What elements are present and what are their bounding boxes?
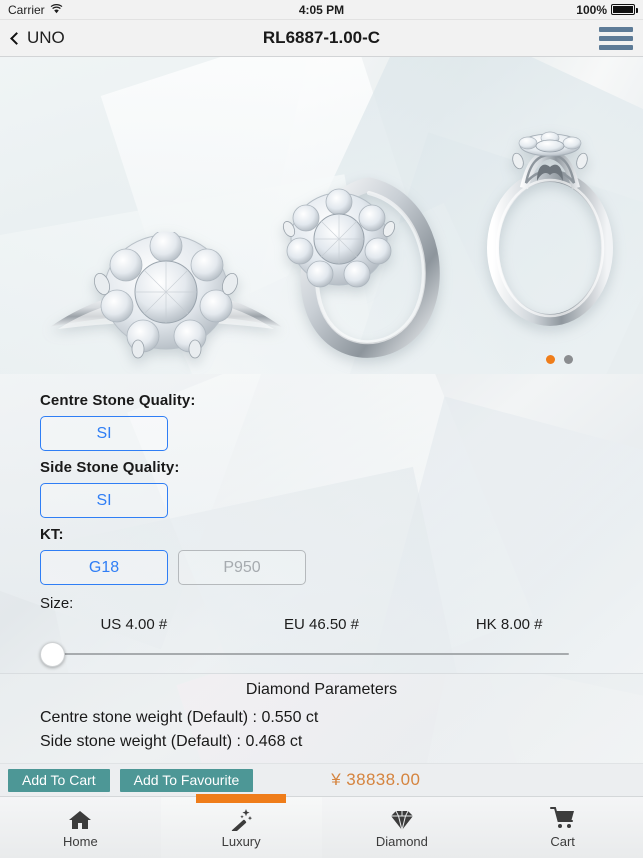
tab-luxury-label: Luxury: [221, 833, 261, 849]
hamburger-menu-icon[interactable]: [599, 26, 633, 50]
size-slider-thumb[interactable]: [40, 642, 65, 667]
size-slider-track[interactable]: [54, 653, 569, 655]
product-image-profile: [487, 131, 613, 326]
page-title: RL6887-1.00-C: [262, 28, 381, 47]
back-button-label: UNO: [27, 28, 65, 47]
size-hk-value: HK 8.00 #: [475, 616, 543, 633]
tab-home-label: Home: [63, 833, 98, 849]
wifi-icon: [50, 3, 63, 17]
back-button[interactable]: UNO: [10, 28, 65, 48]
kt-option-p950[interactable]: P950: [178, 550, 306, 585]
size-eu-value: EU 46.50 #: [283, 616, 360, 633]
diamond-parameters-title: Diamond Parameters: [245, 681, 398, 698]
battery-percent-label: 100%: [576, 2, 607, 17]
product-price: ¥ 38838.00: [331, 770, 421, 789]
product-image-angle: [282, 177, 440, 358]
centre-stone-quality-option-si[interactable]: SI: [40, 416, 168, 451]
size-slider[interactable]: [40, 639, 603, 669]
centre-stone-quality-options: SI: [40, 416, 603, 451]
kt-option-g18[interactable]: G18: [40, 550, 168, 585]
tab-luxury[interactable]: Luxury: [160, 797, 322, 858]
size-values: US 4.00 # EU 46.50 # HK 8.00 #: [40, 614, 603, 639]
status-bar-right: 100%: [576, 2, 638, 17]
gallery-dot-1[interactable]: [546, 355, 555, 364]
kt-options: G18 P950: [40, 550, 603, 585]
centre-stone-quality-label: Centre Stone Quality:: [40, 392, 196, 409]
centre-stone-weight-line: Centre stone weight (Default) : 0.550 ct: [40, 709, 319, 726]
tab-cart-label: Cart: [550, 833, 575, 849]
bottom-tab-bar: Home Luxury Diamond Cart: [0, 796, 643, 858]
product-gallery[interactable]: [0, 57, 643, 374]
navigation-bar: UNO RL6887-1.00-C: [0, 20, 643, 57]
diamond-parameters-panel: Diamond Parameters Centre stone weight (…: [0, 673, 643, 763]
magic-wand-icon: [229, 807, 253, 831]
side-stone-weight-line: Side stone weight (Default) : 0.468 ct: [40, 733, 303, 750]
tab-diamond[interactable]: Diamond: [322, 797, 483, 858]
side-stone-quality-options: SI: [40, 483, 603, 518]
app-root: Carrier 4:05 PM 100% UNO RL6887-1.00-C C…: [0, 0, 643, 858]
tab-home[interactable]: Home: [0, 797, 161, 858]
gallery-dot-2[interactable]: [564, 355, 573, 364]
status-bar-left: Carrier: [8, 3, 63, 17]
carrier-label: Carrier: [8, 2, 45, 17]
side-stone-quality-label: Side Stone Quality:: [40, 459, 180, 476]
chevron-left-icon: [10, 31, 23, 45]
size-us-value: US 4.00 #: [100, 616, 168, 633]
product-image-front: [50, 232, 282, 359]
side-stone-quality-option-si[interactable]: SI: [40, 483, 168, 518]
kt-label: KT:: [40, 526, 64, 543]
gallery-pagination[interactable]: [546, 355, 573, 364]
size-label: Size:: [40, 595, 74, 612]
diamond-icon: [389, 807, 415, 831]
action-bar: Add To Cart Add To Favourite ¥ 38838.00: [0, 763, 643, 796]
home-icon: [68, 807, 92, 831]
tab-diamond-label: Diamond: [375, 833, 428, 849]
tab-cart[interactable]: Cart: [482, 797, 643, 858]
product-options: Centre Stone Quality: SI Side Stone Qual…: [0, 374, 643, 673]
add-to-cart-button[interactable]: Add To Cart: [8, 768, 110, 792]
status-bar-time: 4:05 PM: [298, 2, 345, 17]
status-bar: Carrier 4:05 PM 100%: [0, 0, 643, 20]
shopping-cart-icon: [549, 806, 576, 831]
battery-full-icon: [611, 4, 638, 15]
add-to-favourite-button[interactable]: Add To Favourite: [119, 768, 254, 792]
